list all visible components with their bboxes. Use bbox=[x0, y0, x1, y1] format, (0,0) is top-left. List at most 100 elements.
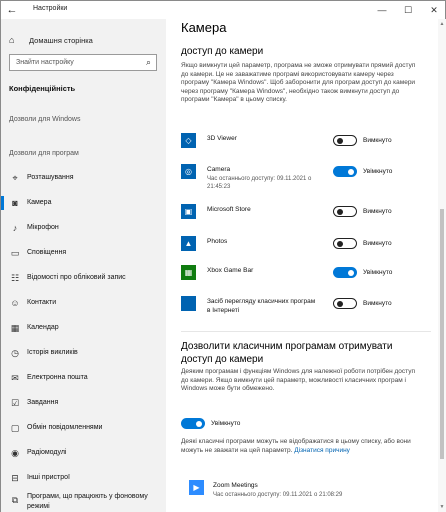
microphone-icon: ♪ bbox=[12, 223, 18, 233]
section-camera-access-description: Якщо вимкнути цей параметр, програма не … bbox=[181, 62, 416, 104]
back-arrow-icon[interactable]: ← bbox=[5, 3, 19, 17]
sidebar-item-label: Історія викликів bbox=[27, 349, 78, 356]
search-icon: ⌕ bbox=[145, 57, 151, 67]
sidebar-item-label: Радіомодулі bbox=[27, 449, 67, 456]
app-row-microsoft-store: ▣ Microsoft Store Вимкнуто bbox=[181, 204, 431, 232]
app-toggle-camera[interactable] bbox=[333, 166, 357, 177]
app-state: Увімкнуто bbox=[363, 269, 393, 276]
call-history-icon: ◷ bbox=[11, 348, 19, 358]
app-toggle-3d-viewer[interactable] bbox=[333, 135, 357, 146]
sidebar-item-call-history[interactable]: ◷ Історія викликів bbox=[1, 345, 166, 361]
contacts-icon: ☺ bbox=[10, 298, 20, 308]
app-toggle-web-viewer[interactable] bbox=[333, 298, 357, 309]
sidebar-item-label: Електронна пошта bbox=[27, 374, 88, 381]
account-info-icon: ☷ bbox=[10, 273, 20, 283]
learn-why-link[interactable]: Дізнатися причину bbox=[294, 447, 350, 454]
scrollbar[interactable]: ▲ ▼ bbox=[438, 19, 446, 512]
sidebar-item-tasks[interactable]: ☑ Завдання bbox=[1, 395, 166, 411]
sidebar-item-label: Камера bbox=[27, 199, 52, 206]
desktop-apps-master-toggle[interactable] bbox=[181, 418, 205, 429]
sidebar-item-microphone[interactable]: ♪ Мікрофон bbox=[1, 220, 166, 236]
master-state: Увімкнуто bbox=[211, 420, 241, 427]
home-icon: ⌂ bbox=[9, 35, 15, 45]
location-icon: ⌖ bbox=[12, 173, 18, 183]
search-input[interactable]: Знайти настройку ⌕ bbox=[9, 54, 157, 71]
app-name: Camera bbox=[207, 166, 231, 173]
settings-window: ← Настройки — ☐ ✕ ⌂ Домашня сторінка Знай… bbox=[0, 0, 446, 512]
scrollbar-thumb[interactable] bbox=[440, 209, 444, 459]
app-toggle-photos[interactable] bbox=[333, 238, 357, 249]
app-state: Вимкнуто bbox=[363, 240, 392, 247]
app-name: Microsoft Store bbox=[207, 206, 251, 213]
zoom-icon: ▶ bbox=[189, 480, 204, 495]
desktop-apps-note: Деякі класичні програми можуть не відобр… bbox=[181, 438, 419, 455]
page-title: Камера bbox=[181, 20, 227, 35]
sidebar-item-contacts[interactable]: ☺ Контакти bbox=[1, 295, 166, 311]
scroll-down-icon[interactable]: ▼ bbox=[438, 504, 446, 510]
camera-icon: ◙ bbox=[12, 198, 18, 208]
search-placeholder: Знайти настройку bbox=[16, 59, 74, 66]
app-name: Zoom Meetings bbox=[213, 482, 258, 489]
sidebar-item-label: Сповіщення bbox=[27, 249, 67, 256]
sidebar-item-email[interactable]: ✉ Електронна пошта bbox=[1, 370, 166, 386]
window-title: Настройки bbox=[33, 5, 68, 12]
section-desktop-apps-title: Дозволити класичним програмам отримувати… bbox=[181, 341, 393, 365]
section-camera-access-title: доступ до камери bbox=[181, 46, 264, 57]
app-name: Засіб перегляду класичних програм в Інте… bbox=[207, 298, 316, 314]
sidebar-item-notifications[interactable]: ▭ Сповіщення bbox=[1, 245, 166, 261]
sidebar-item-other-devices[interactable]: ⊟ Інші пристрої bbox=[1, 470, 166, 486]
app-last-access: Час останнього доступу: 09.11.2021 о 21:… bbox=[207, 176, 312, 190]
sidebar-item-background-apps[interactable]: ⧉ Програми, що працюють у фоновому режим… bbox=[1, 492, 166, 512]
sidebar-item-camera[interactable]: ◙ Камера bbox=[1, 195, 166, 211]
sidebar-item-radios[interactable]: ◉ Радіомодулі bbox=[1, 445, 166, 461]
sidebar: ⌂ Домашня сторінка Знайти настройку ⌕ Кон… bbox=[1, 19, 166, 512]
xbox-icon: ▦ bbox=[181, 265, 196, 280]
sidebar-item-calendar[interactable]: ▦ Календар bbox=[1, 320, 166, 336]
radios-icon: ◉ bbox=[11, 448, 19, 458]
notifications-icon: ▭ bbox=[10, 248, 20, 258]
app-name: Photos bbox=[207, 238, 228, 245]
app-state: Вимкнуто bbox=[363, 137, 392, 144]
store-icon: ▣ bbox=[181, 204, 196, 219]
sidebar-item-label: Обмін повідомленнями bbox=[27, 424, 103, 431]
email-icon: ✉ bbox=[11, 373, 19, 383]
sidebar-home-label: Домашня сторінка bbox=[29, 36, 93, 45]
sidebar-item-label: Інші пристрої bbox=[27, 474, 70, 481]
app-toggle-microsoft-store[interactable] bbox=[333, 206, 357, 217]
maximize-icon[interactable]: ☐ bbox=[395, 1, 421, 19]
app-row-photos: ▲ Photos Вимкнуто bbox=[181, 236, 431, 264]
app-state: Увімкнуто bbox=[363, 168, 393, 175]
close-icon[interactable]: ✕ bbox=[421, 1, 446, 19]
app-name: 3D Viewer bbox=[207, 135, 237, 142]
messaging-icon: ▢ bbox=[10, 423, 20, 433]
app-row-zoom: ▶ Zoom Meetings Час останнього доступу: … bbox=[181, 480, 431, 508]
tasks-icon: ☑ bbox=[10, 398, 20, 408]
desktop-apps-master-toggle-row: Увімкнуто bbox=[181, 417, 301, 431]
sidebar-home[interactable]: ⌂ Домашня сторінка bbox=[9, 35, 93, 45]
app-name: Xbox Game Bar bbox=[207, 267, 254, 274]
background-apps-icon: ⧉ bbox=[11, 495, 19, 505]
web-viewer-icon bbox=[181, 296, 196, 311]
sidebar-group-windows: Дозволи для Windows bbox=[9, 116, 81, 123]
scroll-up-icon[interactable]: ▲ bbox=[438, 21, 446, 27]
sidebar-item-label: Завдання bbox=[27, 399, 59, 406]
app-last-access: Час останнього доступу: 09.11.2021 о 21:… bbox=[213, 492, 343, 498]
sidebar-item-label: Календар bbox=[27, 324, 59, 331]
sidebar-item-label: Відомості про обліковий запис bbox=[27, 274, 126, 281]
sidebar-item-location[interactable]: ⌖ Розташування bbox=[1, 170, 166, 186]
sidebar-item-label: Програми, що працюють у фоновому режимі bbox=[27, 493, 148, 510]
section-desktop-apps-description: Деяким програмам і функціям Windows для … bbox=[181, 368, 415, 393]
3d-viewer-icon: ◇ bbox=[181, 133, 196, 148]
sidebar-item-account-info[interactable]: ☷ Відомості про обліковий запис bbox=[1, 270, 166, 286]
sidebar-item-messaging[interactable]: ▢ Обмін повідомленнями bbox=[1, 420, 166, 436]
app-row-web-viewer: Засіб перегляду класичних програм в Інте… bbox=[181, 296, 431, 324]
active-indicator bbox=[1, 196, 4, 210]
sidebar-item-label: Розташування bbox=[27, 174, 74, 181]
section-divider bbox=[181, 331, 431, 332]
app-toggle-xbox-game-bar[interactable] bbox=[333, 267, 357, 278]
sidebar-item-label: Мікрофон bbox=[27, 224, 59, 231]
sidebar-group-apps: Дозволи для програм bbox=[9, 150, 79, 157]
minimize-icon[interactable]: — bbox=[369, 1, 395, 19]
app-row-3d-viewer: ◇ 3D Viewer Вимкнуто bbox=[181, 133, 431, 161]
app-state: Вимкнуто bbox=[363, 300, 392, 307]
